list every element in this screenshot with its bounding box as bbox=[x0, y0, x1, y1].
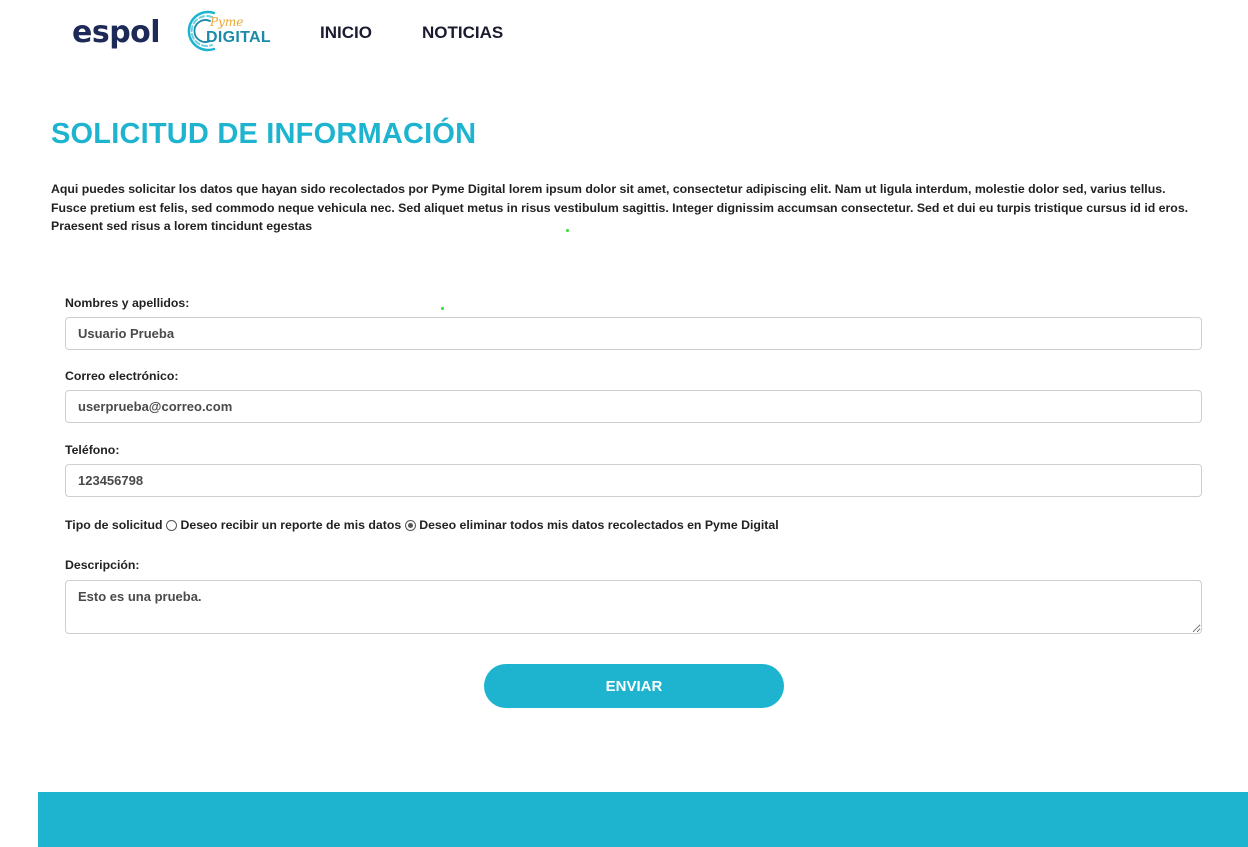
radio-delete-data-label[interactable]: Deseo eliminar todos mis datos recolecta… bbox=[419, 518, 778, 532]
radio-report-data-label[interactable]: Deseo recibir un reporte de mis datos bbox=[180, 518, 401, 532]
espol-logo[interactable]: espol bbox=[72, 16, 161, 50]
name-input[interactable] bbox=[65, 317, 1202, 350]
intro-paragraph: Aqui puedes solicitar los datos que haya… bbox=[51, 182, 1189, 233]
site-header: espol Pyme DIGITAL INICIO NOTICIAS bbox=[0, 0, 1248, 70]
pyme-script-text: Pyme bbox=[210, 15, 244, 29]
decorative-dot bbox=[566, 229, 569, 232]
phone-input[interactable] bbox=[65, 464, 1202, 497]
description-textarea[interactable]: Esto es una prueba. bbox=[65, 580, 1202, 634]
nav-noticias[interactable]: NOTICIAS bbox=[422, 23, 503, 43]
decorative-dot bbox=[441, 307, 444, 310]
request-type-label: Tipo de solicitud bbox=[65, 518, 163, 532]
footer-bar bbox=[38, 792, 1248, 847]
page-title: SOLICITUD DE INFORMACIÓN bbox=[51, 118, 477, 150]
name-label: Nombres y apellidos: bbox=[65, 296, 190, 310]
email-label: Correo electrónico: bbox=[65, 369, 179, 383]
submit-button[interactable]: ENVIAR bbox=[484, 664, 784, 708]
pyme-digital-text: DIGITAL bbox=[206, 29, 271, 46]
radio-report-data[interactable] bbox=[166, 519, 178, 531]
email-input[interactable] bbox=[65, 390, 1202, 423]
radio-delete-data[interactable] bbox=[405, 519, 417, 531]
description-label: Descripción: bbox=[65, 558, 140, 572]
phone-label: Teléfono: bbox=[65, 443, 120, 457]
nav-inicio[interactable]: INICIO bbox=[320, 23, 372, 43]
request-type-group: Tipo de solicitud Deseo recibir un repor… bbox=[65, 516, 779, 534]
pyme-digital-logo[interactable]: Pyme DIGITAL bbox=[184, 8, 276, 52]
